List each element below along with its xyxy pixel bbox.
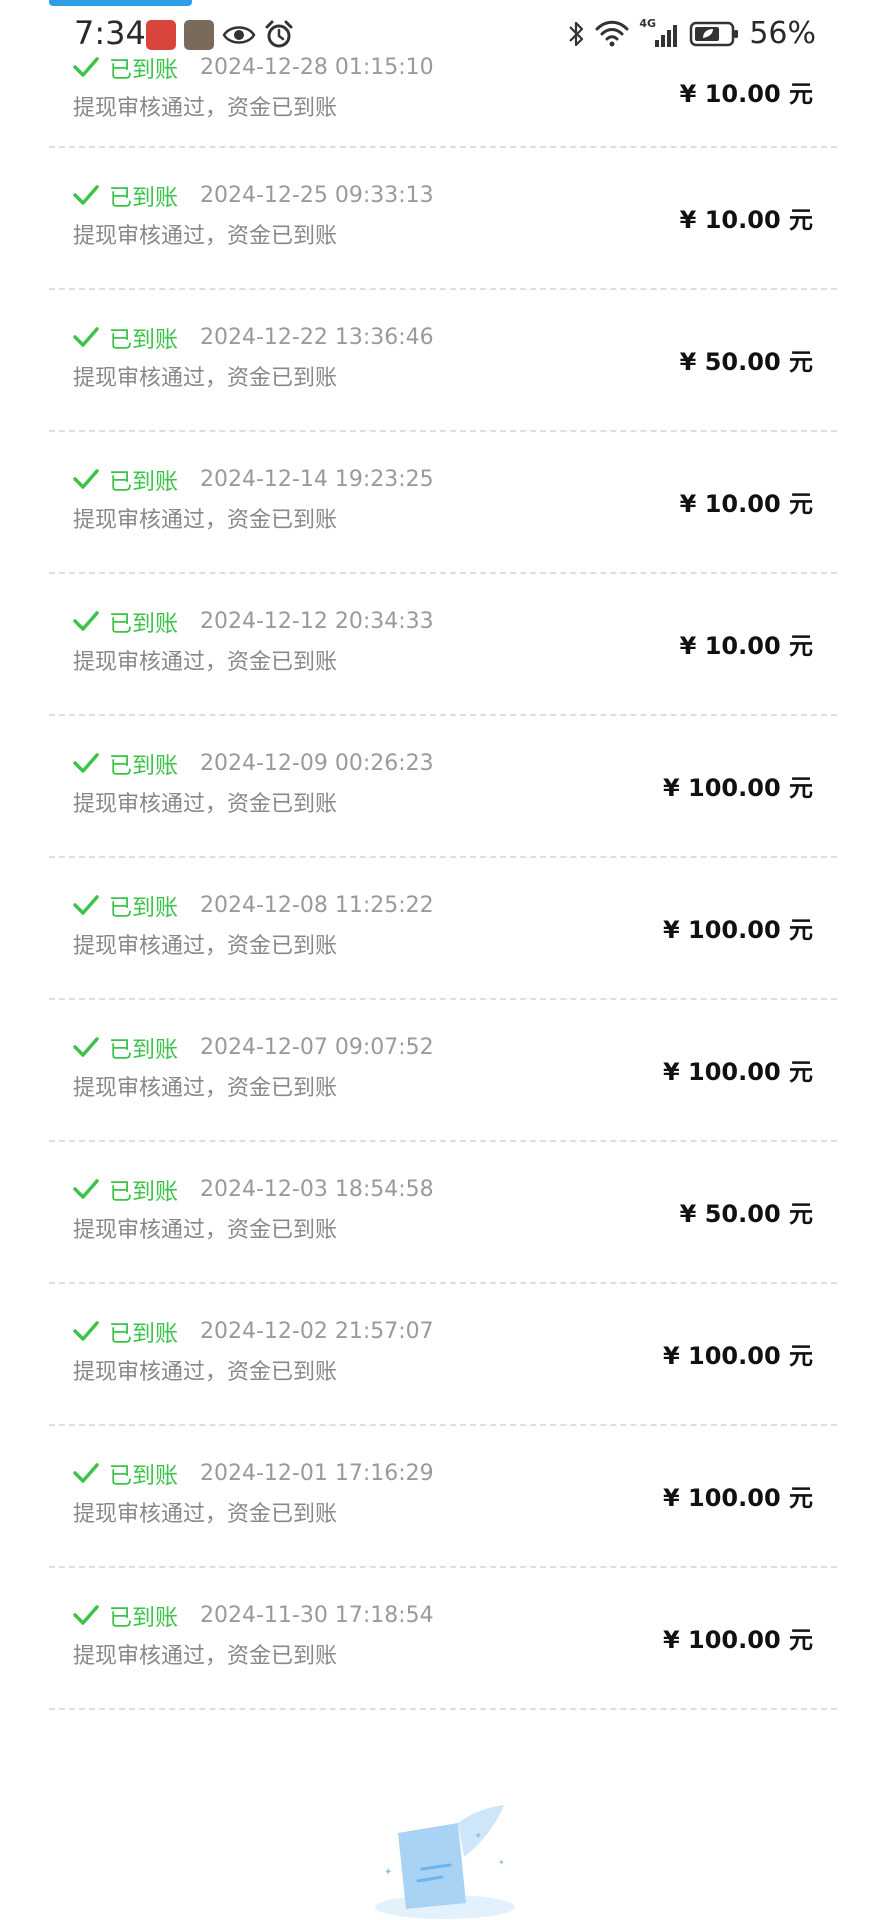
record-status-line: 已到账 2024-12-22 13:36:46: [73, 320, 434, 354]
record-status-line: 已到账 2024-12-07 09:07:52: [73, 1030, 434, 1064]
status-time: 7:34: [74, 14, 146, 52]
checkmark-icon: [73, 1037, 99, 1057]
status-label: 已到账: [109, 469, 178, 495]
record-amount: ¥ 100.00 元: [662, 1484, 813, 1512]
svg-text:✦: ✦: [474, 1831, 482, 1842]
record-timestamp: 2024-12-02 21:57:07: [200, 1318, 434, 1344]
record-amount: ¥ 10.00 元: [679, 632, 813, 660]
status-label: 已到账: [109, 1037, 178, 1063]
record-amount: ¥ 100.00 元: [662, 774, 813, 802]
alarm-icon: [265, 20, 293, 48]
eye-icon: [222, 26, 256, 44]
checkmark-icon: [73, 1179, 99, 1199]
checkmark-icon: [73, 895, 99, 915]
checkmark-icon: [73, 1321, 99, 1341]
record-timestamp: 2024-12-03 18:54:58: [200, 1176, 434, 1202]
record-timestamp: 2024-12-08 11:25:22: [200, 892, 434, 918]
status-label: 已到账: [109, 185, 178, 211]
record-description: 提现审核通过，资金已到账: [73, 1644, 338, 1669]
record-amount: ¥ 10.00 元: [679, 490, 813, 518]
checkmark-icon: [73, 611, 99, 631]
wifi-icon: [595, 20, 629, 46]
checkmark-icon: [73, 185, 99, 205]
list-item[interactable]: 已到账 2024-11-30 17:18:54 提现审核通过，资金已到账 ¥ 1…: [49, 1568, 837, 1710]
end-of-list-illustration: ✦ ✦ ✦: [375, 1805, 515, 1919]
record-status-line: 已到账 2024-12-03 18:54:58: [73, 1172, 434, 1206]
status-label: 已到账: [109, 753, 178, 779]
record-description: 提现审核通过，资金已到账: [73, 96, 338, 121]
record-timestamp: 2024-12-01 17:16:29: [200, 1460, 434, 1486]
status-label: 已到账: [109, 327, 178, 353]
status-label: 已到账: [109, 1605, 178, 1631]
record-timestamp: 2024-12-09 00:26:23: [200, 750, 434, 776]
signal-icon: 4G: [639, 16, 679, 49]
record-status-line: 已到账 2024-12-08 11:25:22: [73, 888, 434, 922]
record-description: 提现审核通过，资金已到账: [73, 508, 338, 533]
list-item[interactable]: 已到账 2024-12-09 00:26:23 提现审核通过，资金已到账 ¥ 1…: [49, 716, 837, 858]
record-amount: ¥ 100.00 元: [662, 1626, 813, 1654]
system-indicators: 4G 56%: [567, 16, 816, 51]
record-status-line: 已到账 2024-11-30 17:18:54: [73, 1598, 434, 1632]
record-description: 提现审核通过，资金已到账: [73, 1218, 338, 1243]
status-bar: 7:34 4G 56%: [0, 0, 886, 72]
record-description: 提现审核通过，资金已到账: [73, 366, 338, 391]
status-label: 已到账: [109, 1463, 178, 1489]
record-amount: ¥ 10.00 元: [679, 80, 813, 108]
record-description: 提现审核通过，资金已到账: [73, 1076, 338, 1101]
list-item[interactable]: 已到账 2024-12-03 18:54:58 提现审核通过，资金已到账 ¥ 5…: [49, 1142, 837, 1284]
record-timestamp: 2024-12-14 19:23:25: [200, 466, 434, 492]
status-label: 已到账: [109, 611, 178, 637]
checkmark-icon: [73, 327, 99, 347]
record-timestamp: 2024-11-30 17:18:54: [200, 1602, 434, 1628]
record-description: 提现审核通过，资金已到账: [73, 792, 338, 817]
checkmark-icon: [73, 1463, 99, 1483]
record-amount: ¥ 100.00 元: [662, 1058, 813, 1086]
checkmark-icon: [73, 753, 99, 773]
app-notification-icon: [184, 20, 214, 50]
bluetooth-icon: [569, 21, 584, 46]
status-label: 已到账: [109, 895, 178, 921]
svg-text:✦: ✦: [498, 1858, 505, 1867]
list-item[interactable]: 已到账 2024-12-01 17:16:29 提现审核通过，资金已到账 ¥ 1…: [49, 1426, 837, 1568]
list-item[interactable]: 已到账 2024-12-12 20:34:33 提现审核通过，资金已到账 ¥ 1…: [49, 574, 837, 716]
record-description: 提现审核通过，资金已到账: [73, 1502, 338, 1527]
battery-icon: [690, 21, 739, 46]
list-item[interactable]: 已到账 2024-12-14 19:23:25 提现审核通过，资金已到账 ¥ 1…: [49, 432, 837, 574]
notification-icons: [146, 20, 294, 50]
list-item[interactable]: 已到账 2024-12-07 09:07:52 提现审核通过，资金已到账 ¥ 1…: [49, 1000, 837, 1142]
record-amount: ¥ 100.00 元: [662, 1342, 813, 1370]
status-label: 已到账: [109, 1321, 178, 1347]
record-description: 提现审核通过，资金已到账: [73, 934, 338, 959]
record-timestamp: 2024-12-07 09:07:52: [200, 1034, 434, 1060]
record-description: 提现审核通过，资金已到账: [73, 224, 338, 249]
list-item[interactable]: 已到账 2024-12-25 09:33:13 提现审核通过，资金已到账 ¥ 1…: [49, 148, 837, 290]
checkmark-icon: [73, 469, 99, 489]
record-description: 提现审核通过，资金已到账: [73, 650, 338, 675]
record-description: 提现审核通过，资金已到账: [73, 1360, 338, 1385]
status-label: 已到账: [109, 1179, 178, 1205]
checkmark-icon: [73, 1605, 99, 1625]
svg-text:✦: ✦: [384, 1867, 392, 1878]
record-amount: ¥ 50.00 元: [679, 1200, 813, 1228]
record-timestamp: 2024-12-12 20:34:33: [200, 608, 434, 634]
record-status-line: 已到账 2024-12-14 19:23:25: [73, 462, 434, 496]
battery-percentage: 56%: [749, 16, 816, 51]
record-status-line: 已到账 2024-12-01 17:16:29: [73, 1456, 434, 1490]
record-status-line: 已到账 2024-12-09 00:26:23: [73, 746, 434, 780]
network-type: 4G: [639, 16, 656, 30]
record-timestamp: 2024-12-22 13:36:46: [200, 324, 434, 350]
record-amount: ¥ 10.00 元: [679, 206, 813, 234]
app-notification-icon: [146, 20, 176, 50]
list-item[interactable]: 已到账 2024-12-02 21:57:07 提现审核通过，资金已到账 ¥ 1…: [49, 1284, 837, 1426]
record-timestamp: 2024-12-25 09:33:13: [200, 182, 434, 208]
record-status-line: 已到账 2024-12-12 20:34:33: [73, 604, 434, 638]
record-amount: ¥ 50.00 元: [679, 348, 813, 376]
list-item[interactable]: 已到账 2024-12-08 11:25:22 提现审核通过，资金已到账 ¥ 1…: [49, 858, 837, 1000]
record-status-line: 已到账 2024-12-25 09:33:13: [73, 178, 434, 212]
list-item[interactable]: 已到账 2024-12-22 13:36:46 提现审核通过，资金已到账 ¥ 5…: [49, 290, 837, 432]
record-amount: ¥ 100.00 元: [662, 916, 813, 944]
record-status-line: 已到账 2024-12-02 21:57:07: [73, 1314, 434, 1348]
